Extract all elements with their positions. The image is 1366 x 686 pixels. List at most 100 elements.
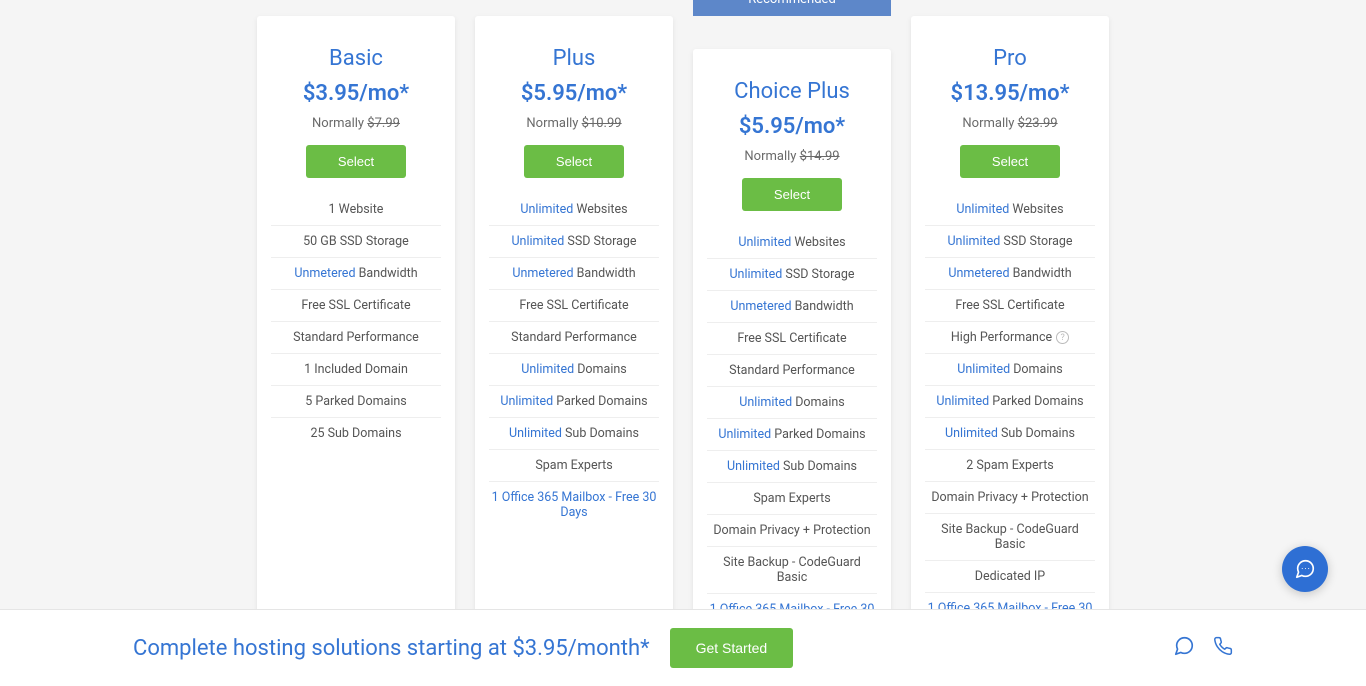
feature-item: Unmetered Bandwidth bbox=[707, 291, 877, 323]
feature-text: Free SSL Certificate bbox=[955, 298, 1064, 313]
phone-icon[interactable] bbox=[1213, 636, 1233, 660]
feature-keyword: Unlimited bbox=[521, 362, 574, 377]
select-button[interactable]: Select bbox=[742, 178, 842, 211]
feature-item: 5 Parked Domains bbox=[271, 386, 441, 418]
feature-item: Dedicated IP bbox=[925, 561, 1095, 593]
feature-item: Unlimited Parked Domains bbox=[925, 386, 1095, 418]
pricing-plan-plus: Plus $5.95/mo* Normally $10.99 Select Unlimi… bbox=[475, 16, 673, 652]
feature-text: Websites bbox=[573, 202, 627, 217]
feature-item: Unlimited Websites bbox=[489, 194, 659, 226]
feature-text: Free SSL Certificate bbox=[519, 298, 628, 313]
feature-item: Unlimited SSD Storage bbox=[925, 226, 1095, 258]
feature-keyword: Unlimited bbox=[945, 426, 998, 441]
feature-text: Free SSL Certificate bbox=[301, 298, 410, 313]
feature-item: Unlimited Domains bbox=[489, 354, 659, 386]
feature-item: Unmetered Bandwidth bbox=[925, 258, 1095, 290]
feature-text: Site Backup - CodeGuard Basic bbox=[941, 522, 1079, 552]
footer-headline: Complete hosting solutions starting at $… bbox=[133, 636, 650, 661]
feature-text: Sub Domains bbox=[562, 426, 639, 441]
feature-keyword: Unlimited bbox=[947, 234, 1000, 249]
plan-price: $13.95/mo* bbox=[925, 81, 1095, 106]
chat-icon[interactable] bbox=[1173, 635, 1195, 661]
feature-text: SSD Storage bbox=[782, 267, 854, 282]
feature-text: 1 Website bbox=[329, 202, 384, 217]
feature-text: Standard Performance bbox=[293, 330, 419, 345]
feature-item: Unlimited SSD Storage bbox=[489, 226, 659, 258]
feature-item: Free SSL Certificate bbox=[707, 323, 877, 355]
feature-text: 50 GB SSD Storage bbox=[303, 234, 409, 249]
plan-title: Plus bbox=[489, 46, 659, 71]
feature-text: SSD Storage bbox=[564, 234, 636, 249]
feature-item: 50 GB SSD Storage bbox=[271, 226, 441, 258]
feature-text: Domains bbox=[792, 395, 845, 410]
plan-normal-price: Normally $10.99 bbox=[489, 116, 659, 131]
feature-text: Websites bbox=[791, 235, 845, 250]
plan-price: $5.95/mo* bbox=[489, 81, 659, 106]
feature-text: Sub Domains bbox=[780, 459, 857, 474]
feature-item: Unlimited Parked Domains bbox=[707, 419, 877, 451]
plan-title: Basic bbox=[271, 46, 441, 71]
feature-text: Domain Privacy + Protection bbox=[931, 490, 1088, 505]
feature-text: Spam Experts bbox=[535, 458, 612, 473]
feature-text: Parked Domains bbox=[553, 394, 647, 409]
feature-item: Unlimited Websites bbox=[707, 227, 877, 259]
select-button[interactable]: Select bbox=[306, 145, 406, 178]
feature-item: High Performance? bbox=[925, 322, 1095, 354]
info-icon[interactable]: ? bbox=[1056, 331, 1069, 344]
feature-text: SSD Storage bbox=[1000, 234, 1072, 249]
feature-item: Unlimited Parked Domains bbox=[489, 386, 659, 418]
feature-item: Site Backup - CodeGuard Basic bbox=[707, 547, 877, 594]
feature-link[interactable]: 1 Office 365 Mailbox - Free 30 Days bbox=[492, 490, 657, 520]
feature-item: Unlimited Websites bbox=[925, 194, 1095, 226]
feature-item: 1 Website bbox=[271, 194, 441, 226]
feature-text: Bandwidth bbox=[792, 299, 854, 314]
get-started-button[interactable]: Get Started bbox=[670, 628, 794, 668]
feature-item: 2 Spam Experts bbox=[925, 450, 1095, 482]
feature-text: 2 Spam Experts bbox=[966, 458, 1053, 473]
feature-text: Dedicated IP bbox=[975, 569, 1045, 584]
pricing-plan-basic: Basic$3.95/mo*Normally $7.99Select1 Webs… bbox=[257, 16, 455, 652]
pricing-plan-pro: Pro$13.95/mo*Normally $23.99SelectUnlimi… bbox=[911, 16, 1109, 652]
feature-keyword: Unmetered bbox=[294, 266, 355, 281]
feature-text: Parked Domains bbox=[771, 427, 865, 442]
feature-text: Bandwidth bbox=[574, 266, 636, 281]
feature-keyword: Unlimited bbox=[511, 234, 564, 249]
feature-text: Parked Domains bbox=[989, 394, 1083, 409]
feature-keyword: Unmetered bbox=[730, 299, 791, 314]
feature-keyword: Unlimited bbox=[520, 202, 573, 217]
feature-item: Standard Performance bbox=[707, 355, 877, 387]
feature-list: Unlimited WebsitesUnlimited SSD StorageU… bbox=[475, 188, 673, 528]
feature-item: Domain Privacy + Protection bbox=[925, 482, 1095, 514]
feature-item: Unmetered Bandwidth bbox=[489, 258, 659, 290]
plan-price: $5.95/mo* bbox=[707, 114, 877, 139]
feature-keyword: Unlimited bbox=[956, 202, 1009, 217]
feature-item: Unlimited Sub Domains bbox=[707, 451, 877, 483]
feature-item: Free SSL Certificate bbox=[489, 290, 659, 322]
select-button[interactable]: Select bbox=[524, 145, 624, 178]
feature-keyword: Unlimited bbox=[718, 427, 771, 442]
feature-keyword: Unlimited bbox=[500, 394, 553, 409]
feature-text: Domain Privacy + Protection bbox=[713, 523, 870, 538]
support-chat-button[interactable] bbox=[1282, 546, 1328, 592]
plan-title: Choice Plus bbox=[707, 79, 877, 104]
feature-item: Standard Performance bbox=[271, 322, 441, 354]
feature-text: Websites bbox=[1009, 202, 1063, 217]
feature-text: Bandwidth bbox=[356, 266, 418, 281]
feature-item: 1 Office 365 Mailbox - Free 30 Days bbox=[489, 482, 659, 528]
feature-text: Domains bbox=[1010, 362, 1063, 377]
footer-contact-icons bbox=[1173, 635, 1233, 661]
feature-list: Unlimited WebsitesUnlimited SSD StorageU… bbox=[693, 221, 891, 640]
feature-text: Bandwidth bbox=[1010, 266, 1072, 281]
feature-keyword: Unlimited bbox=[509, 426, 562, 441]
feature-keyword: Unlimited bbox=[729, 267, 782, 282]
feature-keyword: Unmetered bbox=[512, 266, 573, 281]
feature-text: Standard Performance bbox=[511, 330, 637, 345]
feature-item: 1 Included Domain bbox=[271, 354, 441, 386]
select-button[interactable]: Select bbox=[960, 145, 1060, 178]
feature-text: Site Backup - CodeGuard Basic bbox=[723, 555, 861, 585]
feature-item: Free SSL Certificate bbox=[925, 290, 1095, 322]
feature-item: Unlimited Domains bbox=[707, 387, 877, 419]
feature-text: Sub Domains bbox=[998, 426, 1075, 441]
pricing-plan-choice-plus: RecommendedChoice Plus$5.95/mo*Normally … bbox=[693, 49, 891, 652]
feature-keyword: Unlimited bbox=[739, 395, 792, 410]
